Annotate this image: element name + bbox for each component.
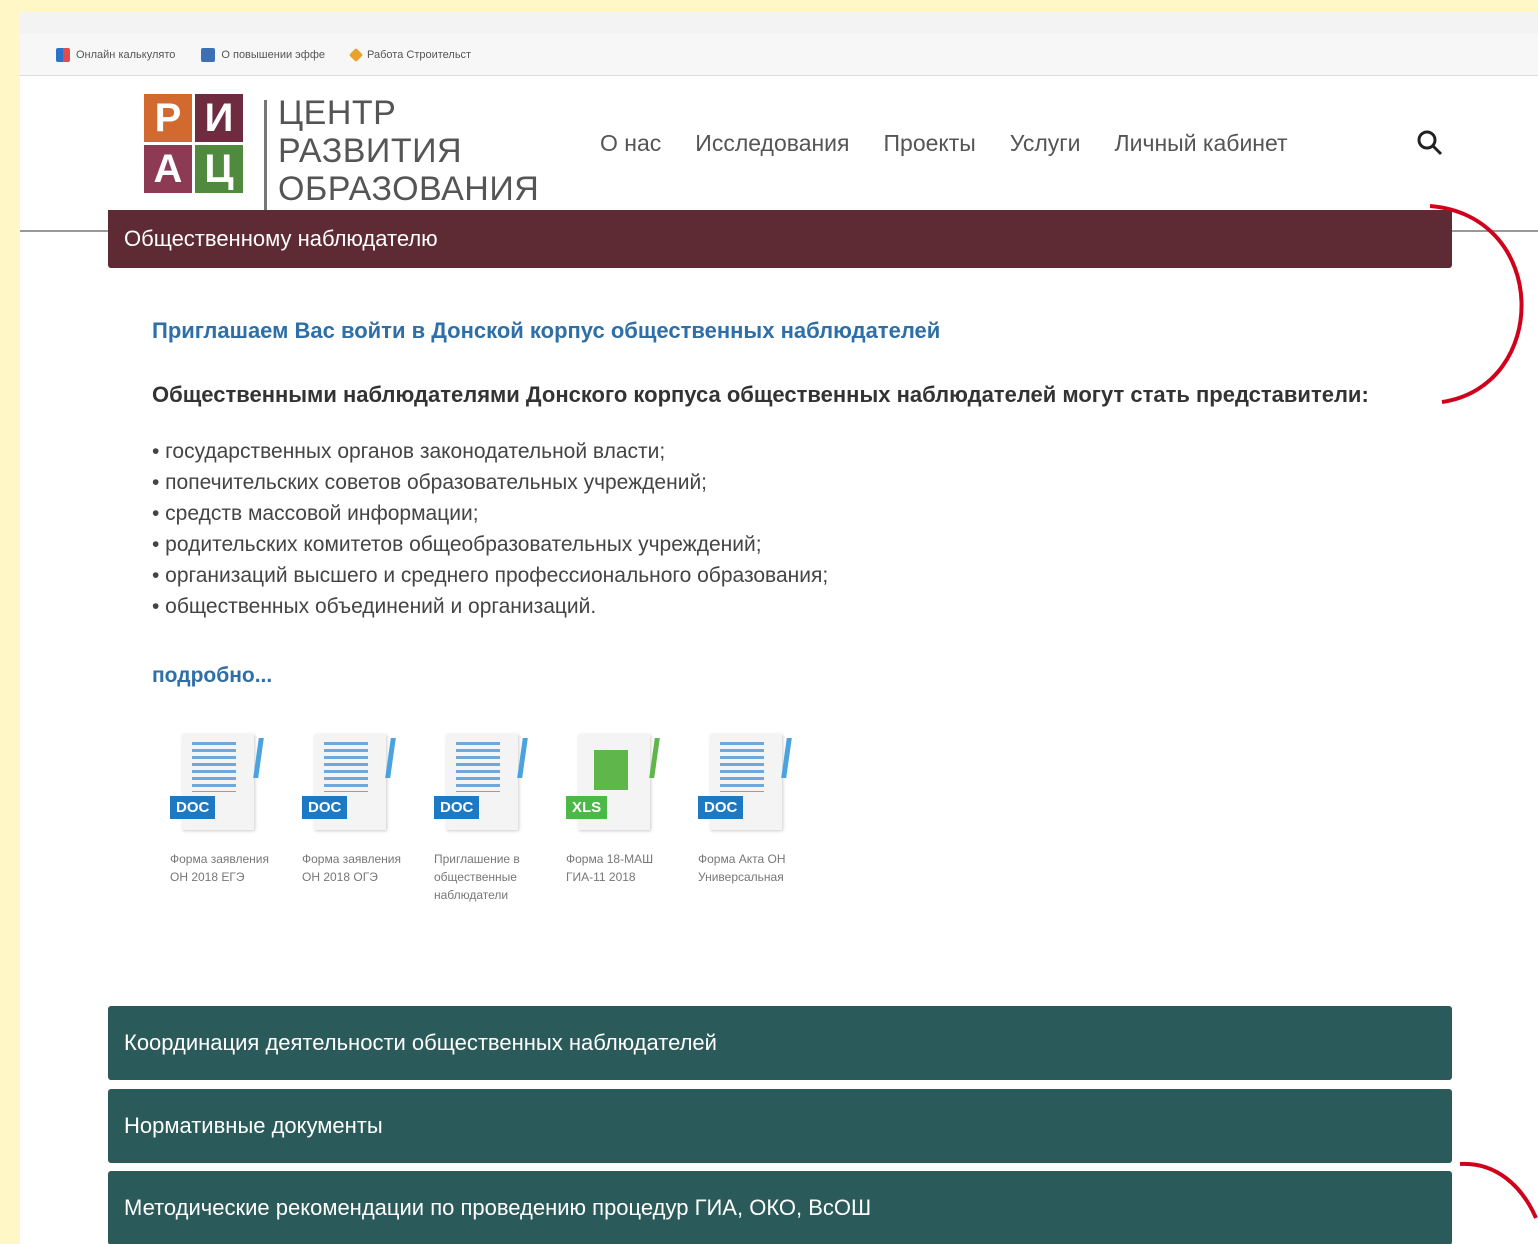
list-item: • организаций высшего и среднего професс… xyxy=(152,564,829,587)
bookmark-label: О повышении эффе xyxy=(221,48,326,61)
file-type-badge: DOC xyxy=(170,796,216,819)
more-link[interactable]: подробно... xyxy=(152,664,272,688)
bookmark-calculator[interactable]: Онлайн калькулято xyxy=(56,47,176,62)
doc-file-icon: DOC xyxy=(434,726,534,836)
nav-account[interactable]: Личный кабинет xyxy=(1115,130,1288,157)
panel-observer-header[interactable]: Общественному наблюдателю xyxy=(108,210,1452,268)
lead-text: Общественными наблюдателями Донского кор… xyxy=(152,382,1369,407)
bookmark-efficiency[interactable]: О повышении эффе xyxy=(201,47,326,62)
document-icon xyxy=(201,47,216,62)
panel-regulations-header[interactable]: Нормативные документы xyxy=(108,1089,1452,1163)
nav-research[interactable]: Исследования xyxy=(695,130,849,157)
file-item[interactable]: DOC Форма заявления ОН 2018 ОГЭ xyxy=(302,726,434,904)
doc-file-icon: DOC xyxy=(170,726,270,836)
logo-divider xyxy=(264,100,267,212)
file-name[interactable]: Форма 18-МАШ ГИА-11 2018 xyxy=(566,850,682,886)
file-name[interactable]: Форма заявления ОН 2018 ЕГЭ xyxy=(170,850,286,886)
file-item[interactable]: DOC Приглашение в общественные наблюдате… xyxy=(434,726,566,904)
bookmark-label: Работа Строительст xyxy=(367,48,472,61)
representatives-list: • государственных органов законодательно… xyxy=(152,436,828,622)
main-nav: О нас Исследования Проекты Услуги Личный… xyxy=(600,130,1288,157)
panel-coordination-header[interactable]: Координация деятельности общественных на… xyxy=(108,1006,1452,1080)
list-item: • родительских комитетов общеобразовател… xyxy=(152,533,762,556)
bookmarks-bar: Онлайн калькулято О повышении эффе Работ… xyxy=(20,34,1538,76)
logo-text: ЦЕНТР РАЗВИТИЯ ОБРАЗОВАНИЯ xyxy=(278,94,539,208)
logo-letter: А xyxy=(144,145,192,193)
nav-about[interactable]: О нас xyxy=(600,130,661,157)
list-item: • общественных объединений и организаций… xyxy=(152,595,597,618)
logo-letter: И xyxy=(195,94,243,142)
xls-file-icon: XLS xyxy=(566,726,666,836)
file-item[interactable]: XLS Форма 18-МАШ ГИА-11 2018 xyxy=(566,726,698,904)
panel-methodology-header[interactable]: Методические рекомендации по проведению … xyxy=(108,1171,1452,1244)
logo-letter: Р xyxy=(144,94,192,142)
invite-link[interactable]: Приглашаем Вас войти в Донской корпус об… xyxy=(152,318,940,344)
file-name[interactable]: Форма заявления ОН 2018 ОГЭ xyxy=(302,850,418,886)
file-type-badge: DOC xyxy=(302,796,348,819)
logo[interactable]: Р И А Ц xyxy=(144,94,243,193)
logo-text-line: ЦЕНТР xyxy=(278,94,397,132)
site-header: Р И А Ц ЦЕНТР РАЗВИТИЯ ОБРАЗОВАНИЯ О нас… xyxy=(20,76,1538,232)
browser-toolbar xyxy=(20,12,1538,35)
file-list: DOC Форма заявления ОН 2018 ЕГЭ DOC Форм… xyxy=(170,726,830,904)
logo-letter: Ц xyxy=(195,145,243,193)
list-item: • попечительских советов образовательных… xyxy=(152,471,708,494)
file-type-badge: DOC xyxy=(434,796,480,819)
file-name[interactable]: Приглашение в общественные наблюдатели xyxy=(434,850,550,904)
list-item: • средств массовой информации; xyxy=(152,502,479,525)
file-item[interactable]: DOC Форма Акта ОН Универсальная xyxy=(698,726,830,904)
doc-file-icon: DOC xyxy=(698,726,798,836)
file-item[interactable]: DOC Форма заявления ОН 2018 ЕГЭ xyxy=(170,726,302,904)
list-item: • государственных органов законодательно… xyxy=(152,440,666,463)
file-type-badge: XLS xyxy=(566,796,608,819)
browser-page: Онлайн калькулято О повышении эффе Работ… xyxy=(20,12,1538,1244)
calculator-icon xyxy=(56,47,70,62)
file-name[interactable]: Форма Акта ОН Универсальная xyxy=(698,850,814,886)
tools-icon xyxy=(348,47,364,62)
bookmark-construction[interactable]: Работа Строительст xyxy=(348,47,472,62)
nav-projects[interactable]: Проекты xyxy=(884,130,976,157)
logo-text-line: ОБРАЗОВАНИЯ xyxy=(278,170,540,208)
logo-text-line: РАЗВИТИЯ xyxy=(278,132,463,170)
doc-file-icon: DOC xyxy=(302,726,402,836)
file-type-badge: DOC xyxy=(698,796,744,819)
nav-services[interactable]: Услуги xyxy=(1010,130,1081,157)
search-icon[interactable] xyxy=(1415,128,1445,158)
bookmark-label: Онлайн калькулято xyxy=(76,48,176,61)
